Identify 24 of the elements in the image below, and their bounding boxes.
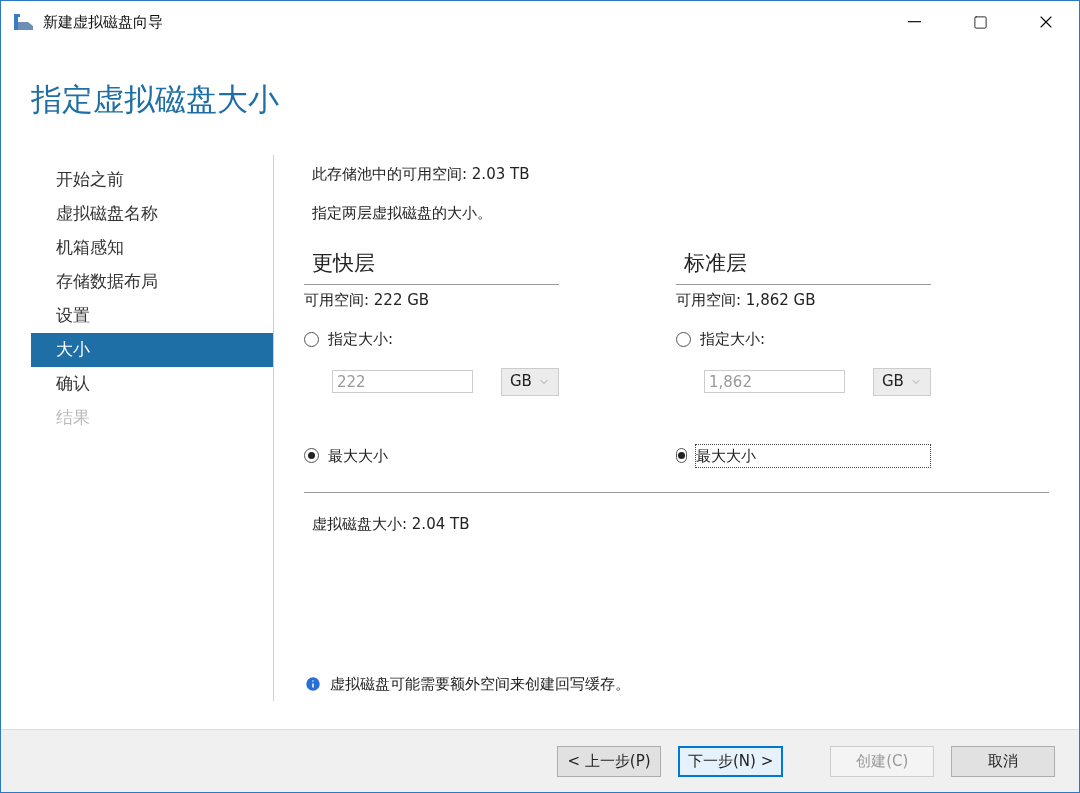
wizard-button[interactable]: 下一步(N) >: [678, 745, 784, 777]
wizard-step[interactable]: 设置: [31, 299, 273, 333]
wizard-button[interactable]: 取消: [951, 745, 1056, 777]
pool-free-space: 此存储池中的可用空间: 2.03 TB: [311, 164, 531, 185]
info-note: 虚拟磁盘可能需要额外空间来创建回写缓存。: [330, 673, 630, 695]
window-title: 新建虚拟磁盘向导: [43, 11, 163, 33]
wizard-step[interactable]: 确认: [31, 367, 273, 401]
virtual-disk-size: 虚拟磁盘大小: 2.04 TB: [311, 514, 471, 535]
tier-heading: 更快层: [304, 248, 559, 285]
instruction-text: 指定两层虚拟磁盘的大小。: [311, 202, 493, 224]
wizard-button[interactable]: < 上一步(P): [557, 745, 661, 777]
maximize-icon: [972, 14, 988, 30]
minimize-icon: [907, 21, 921, 23]
page-title: 指定虚拟磁盘大小: [31, 79, 279, 119]
wizard-step[interactable]: 大小: [31, 333, 273, 367]
tier-free-space: 可用空间: 1,862 GB: [676, 289, 817, 311]
wizard-step[interactable]: 虚拟磁盘名称: [31, 197, 273, 231]
wizard-step[interactable]: 存储数据布局: [31, 265, 273, 299]
tier-heading: 标准层: [676, 248, 931, 285]
wizard-step[interactable]: 开始之前: [31, 163, 273, 197]
info-icon: [304, 674, 322, 693]
tier-free-space: 可用空间: 222 GB: [304, 289, 431, 311]
disk-wizard-icon: [13, 13, 35, 31]
wizard-step[interactable]: 机箱感知: [31, 231, 273, 265]
